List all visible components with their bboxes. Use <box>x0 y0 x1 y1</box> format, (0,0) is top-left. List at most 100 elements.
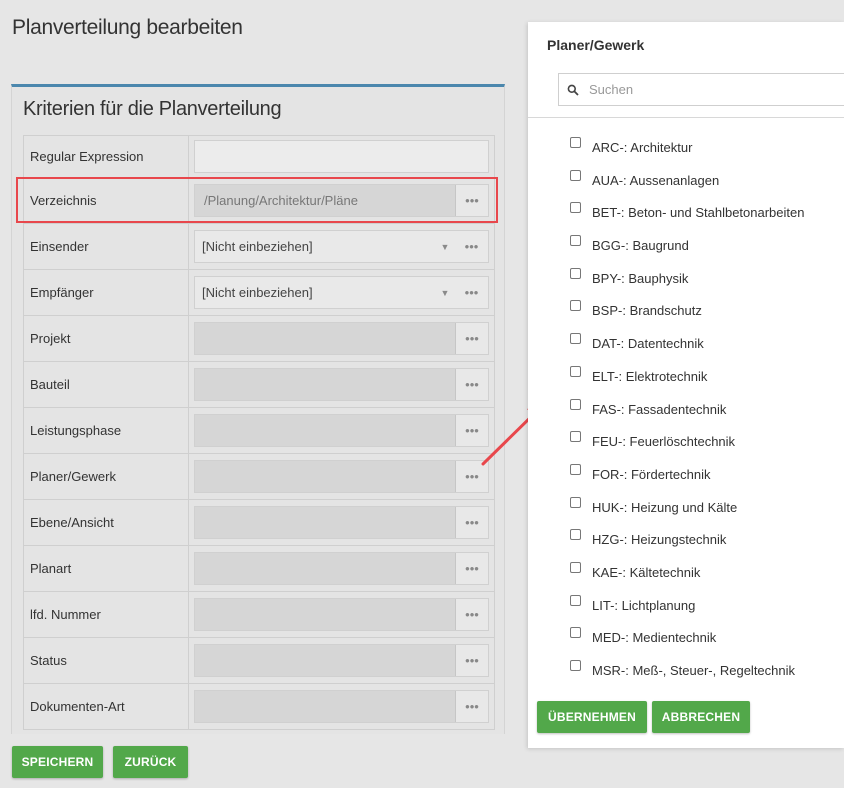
criteria-field-cell: [Nicht einbeziehen] ▼ ••• <box>189 276 494 309</box>
caret-down-icon[interactable]: ▼ <box>435 231 455 262</box>
option-label: MED-: Medientechnik <box>592 630 717 646</box>
option-label: MSR-: Meß-, Steuer-, Regeltechnik <box>592 663 796 678</box>
option-item[interactable]: HUK-: Heizung und Kälte <box>570 493 804 526</box>
criteria-field-cell: [Nicht einbeziehen] ▼ ••• <box>189 230 494 263</box>
criteria-title: Kriterien für die Planverteilung <box>23 98 282 120</box>
more-options-icon[interactable]: ••• <box>455 599 488 630</box>
criteria-label: Planart <box>24 546 189 591</box>
option-label: AUA-: Aussenanlagen <box>592 172 720 188</box>
criteria-row: lfd. Nummer ••• <box>24 592 494 638</box>
more-options-icon[interactable]: ••• <box>455 231 488 262</box>
more-options-icon[interactable]: ••• <box>455 645 488 676</box>
option-item[interactable]: DAT-: Datentechnik <box>570 329 804 362</box>
option-label: BPY-: Bauphysik <box>592 270 689 286</box>
option-checkbox[interactable] <box>570 398 581 410</box>
option-item[interactable]: AUA-: Aussenanlagen <box>570 166 804 199</box>
option-item[interactable]: MSR-: Meß-, Steuer-, Regeltechnik <box>570 656 804 689</box>
more-options-icon[interactable]: ••• <box>455 461 488 492</box>
option-item[interactable]: ARC-: Architektur <box>570 133 804 166</box>
option-checkbox[interactable] <box>570 235 581 247</box>
criteria-field-cell: ••• <box>189 460 494 493</box>
lookup-value <box>195 415 455 446</box>
option-checkbox[interactable] <box>570 333 581 345</box>
criteria-field-cell: ••• <box>189 506 494 539</box>
option-item[interactable]: ELT-: Elektrotechnik <box>570 362 804 395</box>
option-checkbox[interactable] <box>570 594 581 606</box>
criteria-label: Leistungsphase <box>24 408 189 453</box>
option-checkbox[interactable] <box>570 169 581 181</box>
select-value: [Nicht einbeziehen] <box>202 285 313 300</box>
criteria-label: Bauteil <box>24 362 189 407</box>
lookup-field: ••• <box>194 552 489 585</box>
option-checkbox[interactable] <box>570 267 581 279</box>
more-options-icon[interactable]: ••• <box>455 323 488 354</box>
option-item[interactable]: BET-: Beton- und Stahlbetonarbeiten <box>570 198 804 231</box>
option-checkbox[interactable] <box>570 202 581 214</box>
option-item[interactable]: HZG-: Heizungstechnik <box>570 525 804 558</box>
more-options-icon[interactable]: ••• <box>455 415 488 446</box>
criteria-field-cell: ••• <box>189 368 494 401</box>
option-checkbox[interactable] <box>570 561 581 573</box>
option-item[interactable]: FAS-: Fassadentechnik <box>570 395 804 428</box>
option-list: ARC-: Architektur AUA-: Aussenanlagen BET-… <box>570 133 804 689</box>
lookup-field: /Planung/Architektur/Pläne ••• <box>194 184 489 217</box>
more-options-icon[interactable]: ••• <box>455 553 488 584</box>
option-item[interactable]: FEU-: Feuerlöschtechnik <box>570 427 804 460</box>
option-label: ARC-: Architektur <box>592 140 693 155</box>
lookup-value <box>195 691 455 722</box>
lookup-value <box>195 645 455 676</box>
lookup-value <box>195 461 455 492</box>
criteria-field-cell: ••• <box>189 414 494 447</box>
criteria-field-cell: /Planung/Architektur/Pläne ••• <box>189 184 494 217</box>
criteria-row: Ebene/Ansicht ••• <box>24 500 494 546</box>
select-field[interactable]: [Nicht einbeziehen] ▼ ••• <box>194 230 489 263</box>
option-item[interactable]: MED-: Medientechnik <box>570 623 804 656</box>
option-checkbox[interactable] <box>570 660 581 671</box>
criteria-field-cell: ••• <box>189 644 494 677</box>
criteria-row: Projekt ••• <box>24 316 494 362</box>
option-label: BGG-: Baugrund <box>592 238 689 254</box>
criteria-row: Einsender [Nicht einbeziehen] ▼ ••• <box>24 224 494 270</box>
option-checkbox[interactable] <box>570 300 581 312</box>
more-options-icon[interactable]: ••• <box>455 691 488 722</box>
lookup-value <box>195 599 455 630</box>
option-item[interactable]: BSP-: Brandschutz <box>570 296 804 329</box>
more-options-icon[interactable]: ••• <box>455 277 488 308</box>
option-item[interactable]: LIT-: Lichtplanung <box>570 591 804 624</box>
more-options-icon[interactable]: ••• <box>455 369 488 400</box>
back-button[interactable]: ZURÜCK <box>113 746 188 778</box>
search-input[interactable] <box>587 81 827 98</box>
option-item[interactable]: BPY-: Bauphysik <box>570 264 804 297</box>
more-options-icon[interactable]: ••• <box>455 507 488 538</box>
option-checkbox[interactable] <box>570 463 581 475</box>
select-field[interactable]: [Nicht einbeziehen] ▼ ••• <box>194 276 489 309</box>
option-checkbox[interactable] <box>570 431 581 443</box>
option-checkbox[interactable] <box>570 529 581 541</box>
option-item[interactable]: KAE-: Kältetechnik <box>570 558 804 591</box>
option-checkbox[interactable] <box>570 137 581 148</box>
criteria-label: Planer/Gewerk <box>24 454 189 499</box>
criteria-label: Verzeichnis <box>24 178 189 223</box>
option-item[interactable]: FOR-: Fördertechnik <box>570 460 804 493</box>
cancel-button[interactable]: ABBRECHEN <box>652 701 750 733</box>
apply-button[interactable]: ÜBERNEHMEN <box>537 701 647 733</box>
option-checkbox[interactable] <box>570 627 581 639</box>
criteria-row: Status ••• <box>24 638 494 684</box>
criteria-field-cell: ••• <box>189 552 494 585</box>
option-label: FOR-: Fördertechnik <box>592 466 711 482</box>
lookup-value <box>195 507 455 538</box>
option-item[interactable]: BGG-: Baugrund <box>570 231 804 264</box>
option-checkbox[interactable] <box>570 365 581 377</box>
more-options-icon[interactable]: ••• <box>455 185 488 216</box>
criteria-row: Leistungsphase ••• <box>24 408 494 454</box>
lookup-value: /Planung/Architektur/Pläne <box>204 193 358 208</box>
caret-down-icon[interactable]: ▼ <box>435 277 455 308</box>
save-button[interactable]: SPEICHERN <box>12 746 103 778</box>
lookup-field: ••• <box>194 690 489 723</box>
criteria-label: Empfänger <box>24 270 189 315</box>
regex-input[interactable] <box>194 140 489 173</box>
option-label: LIT-: Lichtplanung <box>592 597 696 613</box>
option-checkbox[interactable] <box>570 496 581 508</box>
option-label: DAT-: Datentechnik <box>592 336 704 352</box>
criteria-row: Bauteil ••• <box>24 362 494 408</box>
